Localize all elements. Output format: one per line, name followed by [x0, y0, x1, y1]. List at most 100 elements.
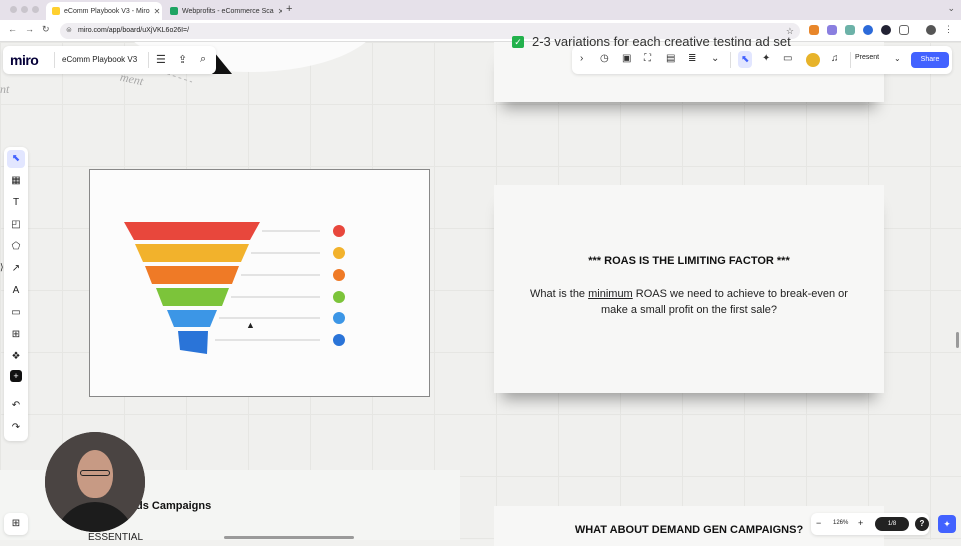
window-zoom-control[interactable] [32, 6, 39, 13]
checkmark-icon: ✓ [512, 36, 524, 48]
funnel-dot [333, 269, 345, 281]
focus-frame-icon[interactable]: ⛶ [644, 53, 651, 64]
extension-icon[interactable] [863, 25, 873, 35]
divider [148, 52, 149, 68]
funnel-dot [333, 225, 345, 237]
integrations-icon[interactable]: ❖ [7, 348, 25, 366]
funnel-layer [124, 222, 260, 240]
select-tool-icon[interactable]: ⬉ [7, 150, 25, 168]
metamask-extension-icon[interactable] [809, 25, 819, 35]
card-body: What is the minimum ROAS we need to achi… [494, 286, 884, 318]
horizontal-scrollbar[interactable] [224, 536, 354, 539]
tab-search-chevron-icon[interactable]: ⌄ [947, 3, 955, 14]
webcam-person-glasses [80, 470, 110, 476]
help-button[interactable]: ? [915, 517, 929, 531]
close-tab-icon[interactable]: ✕ [154, 7, 161, 16]
comment-icon[interactable]: ▭ [7, 304, 25, 322]
text-tool-icon[interactable]: T [7, 194, 25, 212]
present-dropdown-chevron-icon[interactable]: ⌄ [894, 54, 901, 63]
ai-assist-button[interactable]: ✦ [938, 515, 956, 533]
extension-icon[interactable] [827, 25, 837, 35]
campaigns-subtitle: ESSENTIAL [88, 532, 144, 543]
extension-icon[interactable] [881, 25, 891, 35]
pen-icon[interactable]: A [7, 282, 25, 300]
shapes-icon[interactable]: ⬠ [7, 238, 25, 256]
browser-toolbar: ← → ↻ ⊜ miro.com/app/board/uXjVKL6o26I=/… [0, 20, 961, 42]
text-card-roas[interactable]: *** ROAS IS THE LIMITING FACTOR *** What… [494, 185, 884, 393]
redo-icon[interactable]: ↷ [7, 419, 25, 437]
zoom-out-button[interactable]: − [816, 518, 821, 528]
image-insert-icon[interactable]: ▣ [622, 53, 631, 64]
funnel-dot [333, 247, 345, 259]
tab-miro-board[interactable]: eComm Playbook V3 - Miro ✕ [46, 2, 162, 20]
select-cursor-icon[interactable]: ⬉ [738, 51, 753, 68]
undo-icon[interactable]: ↶ [7, 397, 25, 415]
tab-title: Webprofits - eCommerce Sca [182, 7, 274, 15]
notes-icon[interactable]: ≣ [688, 53, 696, 64]
vertical-scrollbar[interactable] [956, 332, 959, 348]
reload-icon[interactable]: ↻ [42, 24, 50, 35]
add-more-icon[interactable]: + [10, 370, 22, 382]
divider [54, 52, 55, 68]
window-close-control[interactable] [10, 6, 17, 13]
more-tools-icon[interactable]: ⌄ [711, 53, 719, 64]
notifications-bell-icon[interactable]: ♫ [831, 53, 839, 64]
webcam-overlay [45, 432, 145, 532]
timer-icon[interactable]: ◷ [600, 53, 609, 64]
funnel-layer [178, 331, 208, 354]
zoom-level[interactable]: 126% [833, 520, 848, 526]
back-icon[interactable]: ← [8, 24, 17, 34]
user-avatar[interactable] [806, 53, 820, 67]
canvas-text-fragment: nt [0, 82, 10, 96]
connector-line-icon[interactable]: ↗ [7, 260, 25, 278]
main-menu-icon[interactable]: ☰ [156, 53, 166, 66]
close-tab-icon[interactable]: ✕ [278, 7, 282, 16]
divider [850, 52, 851, 68]
export-upload-icon[interactable]: ⇪ [178, 53, 187, 66]
funnel-dot [333, 334, 345, 346]
page-navigator[interactable]: 1/8 [875, 517, 909, 531]
profile-avatar[interactable] [926, 25, 936, 35]
present-button[interactable]: Present [855, 54, 879, 61]
campaigns-title: ds Campaigns [136, 500, 212, 512]
url-text: miro.com/app/board/uXjVKL6o26I=/ [78, 27, 190, 34]
card-title: *** ROAS IS THE LIMITING FACTOR *** [588, 255, 790, 267]
frames-panel-button[interactable]: ⊞ [4, 513, 28, 535]
left-toolbar: ⬉ ▦ T ◰ ⬠ ↗ A ▭ ⊞ ❖ + ↶ ↷ [4, 147, 28, 441]
collapse-handle-icon[interactable]: ⟩ [0, 262, 4, 273]
funnel-layer [156, 288, 229, 306]
collapse-chevron-icon[interactable]: › [580, 53, 583, 64]
mouse-cursor-icon: ▲ [246, 320, 255, 330]
zoom-in-button[interactable]: + [858, 518, 863, 528]
funnel-image[interactable] [89, 169, 430, 397]
search-icon[interactable]: ⌕ [200, 53, 206, 66]
miro-logo[interactable]: miro [10, 52, 39, 68]
card-body-text: What is the [530, 288, 589, 300]
templates-icon[interactable]: ▦ [7, 172, 25, 190]
card-body-underlined: minimum [588, 288, 633, 300]
tab-webprofits[interactable]: Webprofits - eCommerce Sca ✕ [164, 2, 282, 20]
browser-tab-bar: eComm Playbook V3 - Miro ✕ Webprofits - … [0, 0, 961, 20]
voting-icon[interactable]: ▤ [666, 53, 675, 64]
funnel-dot [333, 291, 345, 303]
browser-menu-icon[interactable]: ⋮ [944, 24, 953, 35]
board-name[interactable]: eComm Playbook V3 [62, 55, 137, 64]
new-tab-button[interactable]: + [286, 3, 292, 15]
window-minimize-control[interactable] [21, 6, 28, 13]
site-info-icon[interactable]: ⊜ [66, 23, 72, 39]
zoom-controls: − 126% + 1/8 ? [811, 513, 929, 535]
reactions-icon[interactable]: ✦ [762, 53, 770, 64]
funnel-dot [333, 312, 345, 324]
extensions-puzzle-icon[interactable] [899, 25, 909, 35]
funnel-graphic [124, 222, 345, 354]
frame-icon[interactable]: ⊞ [7, 326, 25, 344]
funnel-layer [145, 266, 239, 284]
miro-collab-toolbar: › ◷ ▣ ⛶ ▤ ≣ ⌄ ⬉ ✦ ▭ ♫ Present ⌄ Share [572, 46, 952, 74]
comments-icon[interactable]: ▭ [783, 53, 792, 64]
card-body-text: make a small profit on the first sale? [600, 304, 778, 316]
sticky-note-icon[interactable]: ◰ [7, 216, 25, 234]
page-indicator: 1/8 [887, 521, 897, 527]
forward-icon[interactable]: → [25, 24, 34, 34]
share-button[interactable]: Share [911, 52, 949, 68]
extension-icon[interactable] [845, 25, 855, 35]
